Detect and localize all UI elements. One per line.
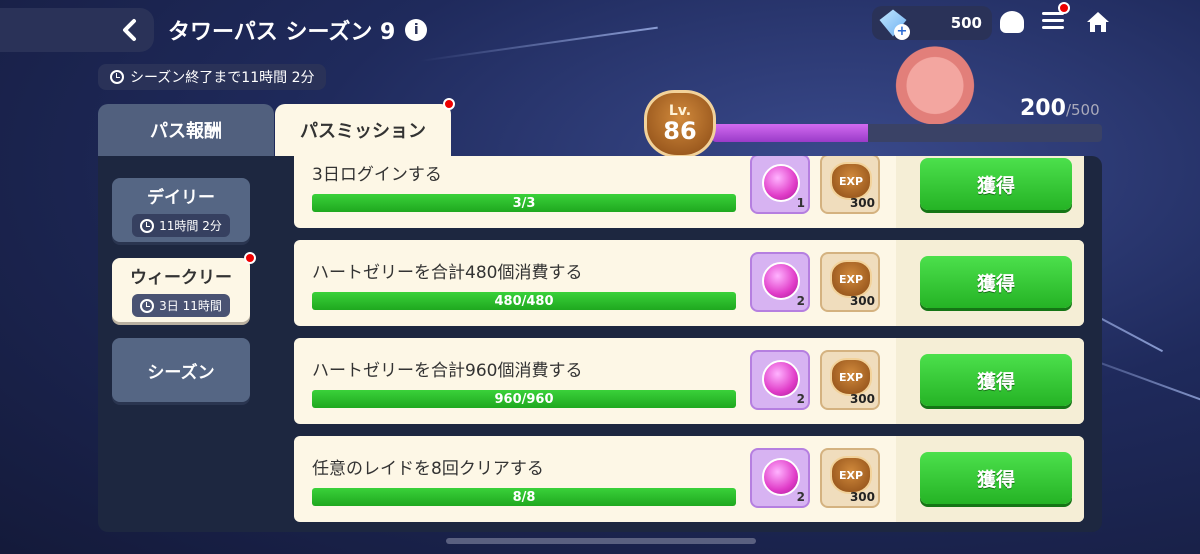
- mission-name: ハートゼリーを合計960個消費する: [312, 361, 583, 381]
- mission-row: ハートゼリーを合計480個消費する 480/480 2 EXP 300 獲得: [294, 240, 1084, 326]
- mission-progress-text: 960/960: [494, 391, 554, 407]
- mission-progress-text: 8/8: [512, 489, 536, 505]
- tab-pass-missions-label: パスミッション: [300, 121, 426, 142]
- mission-row: ハートゼリーを合計960個消費する 960/960 2 EXP 300 獲得: [294, 338, 1084, 424]
- clock-icon: [110, 70, 124, 84]
- clock-icon: [140, 298, 155, 313]
- level-badge: Lv. 86: [644, 90, 716, 158]
- xp-progress-fill: [712, 124, 868, 142]
- season-timer-text: シーズン終了まで11時間 2分: [130, 70, 315, 86]
- mission-progress-text: 480/480: [494, 293, 554, 309]
- mission-row: 3日ログインする 3/3 1 EXP 300 獲得: [294, 156, 1084, 228]
- sidebar-item-daily[interactable]: デイリー 11時間 2分: [112, 178, 250, 242]
- chef-hat-button[interactable]: [1000, 8, 1028, 36]
- gem-reward[interactable]: 2: [750, 448, 810, 508]
- reward-qty: 300: [849, 196, 875, 210]
- chevron-left-icon: [123, 19, 136, 41]
- mission-list[interactable]: 3日ログインする 3/3 1 EXP 300 獲得 ハートゼリーを合計480個消…: [294, 156, 1084, 532]
- pink-gem-icon: [762, 164, 800, 202]
- claim-button[interactable]: 獲得: [920, 452, 1072, 504]
- claim-button[interactable]: 獲得: [920, 256, 1072, 308]
- menu-icon: [1042, 12, 1070, 29]
- exp-badge-icon: EXP: [830, 260, 872, 298]
- exp-reward[interactable]: EXP 300: [820, 252, 880, 312]
- exp-reward[interactable]: EXP 300: [820, 156, 880, 214]
- gem-currency[interactable]: + 500: [872, 6, 992, 40]
- claim-area: 獲得: [896, 156, 1084, 228]
- mission-progress-bar: 960/960: [312, 390, 736, 408]
- exp-badge-icon: EXP: [830, 358, 872, 396]
- reward-qty: 300: [849, 490, 875, 504]
- add-gems-icon[interactable]: +: [894, 24, 910, 40]
- claim-button[interactable]: 獲得: [920, 158, 1072, 210]
- gem-reward[interactable]: 1: [750, 156, 810, 214]
- home-button[interactable]: [1084, 8, 1112, 36]
- exp-reward[interactable]: EXP 300: [820, 350, 880, 410]
- gem-reward[interactable]: 2: [750, 252, 810, 312]
- weekly-timer: 3日 11時間: [132, 294, 230, 317]
- tab-pass-missions[interactable]: パスミッション: [275, 98, 455, 156]
- sidebar-item-label: ウィークリー: [130, 268, 232, 288]
- level-label: Lv.: [668, 103, 692, 119]
- clock-icon: [140, 218, 155, 233]
- pink-gem-icon: [762, 458, 800, 496]
- mission-name: 3日ログインする: [312, 165, 442, 185]
- mission-row: 任意のレイドを8回クリアする 8/8 2 EXP 300 獲得: [294, 436, 1084, 522]
- sidebar-item-label: シーズン: [147, 362, 215, 383]
- daily-timer: 11時間 2分: [132, 214, 230, 237]
- daily-timer-text: 11時間 2分: [159, 219, 222, 233]
- claim-area: 獲得: [896, 436, 1084, 522]
- chef-hat-icon: [1000, 11, 1024, 33]
- weekly-timer-text: 3日 11時間: [159, 299, 222, 313]
- reward-qty: 2: [796, 392, 805, 406]
- mission-progress-bar: 8/8: [312, 488, 736, 506]
- claim-area: 獲得: [896, 338, 1084, 424]
- notification-dot: [244, 252, 256, 264]
- pink-gem-icon: [762, 360, 800, 398]
- home-icon: [1087, 12, 1109, 32]
- exp-badge-icon: EXP: [830, 456, 872, 494]
- claim-area: 獲得: [896, 240, 1084, 326]
- menu-button[interactable]: [1042, 2, 1070, 36]
- pink-gem-icon: [762, 262, 800, 300]
- notification-dot: [1058, 2, 1070, 14]
- mission-progress-text: 3/3: [512, 195, 536, 211]
- home-indicator-bar: [446, 538, 756, 544]
- page-title: タワーパス シーズン 9 i: [168, 14, 428, 46]
- reward-qty: 1: [796, 196, 805, 210]
- mission-name: 任意のレイドを8回クリアする: [312, 459, 544, 479]
- reward-qty: 2: [796, 294, 805, 308]
- reward-qty: 300: [849, 294, 875, 308]
- xp-max: /500: [1065, 101, 1100, 119]
- sidebar-item-season[interactable]: シーズン: [112, 338, 250, 402]
- xp-progress-bar: [712, 124, 1102, 142]
- claim-button[interactable]: 獲得: [920, 354, 1072, 406]
- season-timer: シーズン終了まで11時間 2分: [98, 64, 327, 90]
- xp-counter: 200/500: [1020, 96, 1100, 121]
- page-title-text: タワーパス シーズン 9: [168, 20, 396, 45]
- mission-progress-bar: 3/3: [312, 194, 736, 212]
- gem-count: 500: [950, 14, 982, 32]
- character-avatar: [885, 36, 985, 126]
- gem-reward[interactable]: 2: [750, 350, 810, 410]
- sidebar-item-weekly[interactable]: ウィークリー 3日 11時間: [112, 252, 256, 322]
- info-icon[interactable]: i: [405, 19, 428, 41]
- xp-current: 200: [1020, 96, 1066, 121]
- reward-qty: 300: [849, 392, 875, 406]
- tab-pass-rewards[interactable]: パス報酬: [98, 104, 274, 156]
- exp-badge-icon: EXP: [830, 162, 872, 200]
- exp-reward[interactable]: EXP 300: [820, 448, 880, 508]
- mission-progress-bar: 480/480: [312, 292, 736, 310]
- notification-dot: [443, 98, 455, 110]
- back-button[interactable]: [0, 8, 154, 52]
- sidebar-item-label: デイリー: [147, 188, 215, 208]
- level-value: 86: [663, 117, 697, 145]
- mission-name: ハートゼリーを合計480個消費する: [312, 263, 583, 283]
- reward-qty: 2: [796, 490, 805, 504]
